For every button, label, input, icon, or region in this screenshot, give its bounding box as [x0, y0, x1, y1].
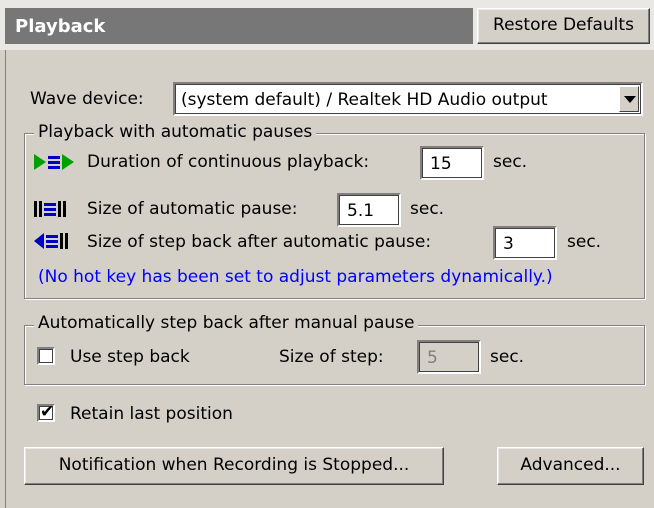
pause-size-unit: sec.	[410, 199, 445, 219]
checkmark-icon: ✔	[40, 402, 55, 422]
notification-button[interactable]: Notification when Recording is Stopped..…	[24, 447, 444, 485]
auto-pause-legend: Playback with automatic pauses	[34, 122, 317, 142]
play-continuous-icon	[34, 154, 74, 170]
retain-position-checkbox[interactable]: ✔	[37, 402, 55, 422]
advanced-button[interactable]: Advanced...	[497, 447, 644, 485]
hotkey-note: (No hot key has been set to adjust param…	[38, 267, 553, 287]
wave-device-value: (system default) / Realtek HD Audio outp…	[181, 90, 548, 110]
use-step-back-label[interactable]: Use step back	[70, 347, 190, 367]
retain-position-label[interactable]: Retain last position	[70, 404, 233, 424]
step-back-label: Size of step back after automatic pause:	[87, 232, 432, 252]
pause-size-input[interactable]: 5.1	[337, 193, 401, 227]
duration-input[interactable]: 15	[420, 146, 484, 180]
duration-unit: sec.	[493, 152, 528, 172]
restore-defaults-button[interactable]: Restore Defaults	[477, 8, 650, 44]
section-title: Playback	[15, 16, 106, 37]
wave-device-select[interactable]: (system default) / Realtek HD Audio outp…	[173, 82, 643, 116]
size-of-step-label: Size of step:	[279, 347, 384, 367]
pause-icon	[34, 201, 66, 217]
use-step-back-checkbox[interactable]	[37, 347, 55, 365]
section-title-bar: Playback	[5, 8, 473, 44]
step-back-unit: sec.	[567, 232, 602, 252]
wave-device-label: Wave device:	[30, 89, 144, 109]
duration-label: Duration of continuous playback:	[87, 152, 370, 172]
step-back-input[interactable]: 3	[493, 226, 557, 260]
manual-pause-legend: Automatically step back after manual pau…	[34, 313, 419, 333]
size-of-step-input[interactable]: 5	[417, 340, 481, 374]
pause-size-label: Size of automatic pause:	[87, 199, 298, 219]
panel-header: Playback Restore Defaults	[0, 0, 654, 50]
chevron-down-icon[interactable]	[619, 86, 639, 112]
step-back-icon	[34, 233, 68, 249]
size-of-step-unit: sec.	[490, 347, 525, 367]
